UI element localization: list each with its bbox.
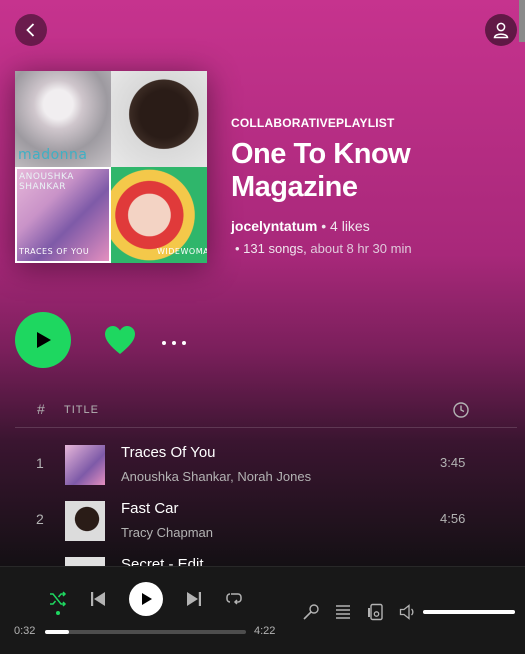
repeat-button[interactable]	[224, 589, 244, 609]
track-thumbnail	[65, 501, 105, 541]
current-time: 0:32	[14, 625, 36, 637]
volume-slider-fill	[423, 610, 515, 614]
track-title[interactable]: Traces Of You	[121, 444, 216, 461]
track-thumbnail	[65, 557, 105, 566]
playback-progress-fill	[45, 630, 70, 634]
more-icon	[162, 341, 186, 345]
cover-tile-2	[111, 71, 207, 167]
next-button[interactable]	[184, 589, 204, 609]
playlist-type-label: COLLABORATIVEPLAYLIST	[231, 116, 395, 130]
page-title: One To Know Magazine	[231, 138, 411, 203]
cover-tile-text: WIDEWOMAN	[157, 247, 207, 256]
column-title[interactable]: TITLE	[64, 404, 99, 416]
likes-count: • 4 likes	[317, 218, 370, 234]
repeat-icon	[226, 593, 242, 605]
clock-icon	[453, 402, 469, 418]
cover-tile-3: ANOUSHKA SHANKAR TRACES OF YOU	[15, 167, 111, 263]
track-duration: 4:56	[440, 511, 466, 526]
volume-button[interactable]	[398, 602, 418, 622]
skip-forward-icon	[187, 592, 201, 606]
track-number: 1	[36, 455, 44, 471]
queue-icon	[336, 605, 350, 619]
chevron-left-icon	[26, 23, 35, 37]
now-playing-bar: 0:32 4:22	[0, 566, 525, 654]
track-title[interactable]: Fast Car	[121, 500, 179, 517]
track-artist[interactable]: Tracy Chapman	[121, 525, 213, 540]
back-button[interactable]	[15, 14, 47, 46]
playlist-view: madonna ANOUSHKA SHANKAR TRACES OF YOU W…	[0, 0, 525, 566]
connect-device-button[interactable]	[366, 602, 386, 622]
song-count-line: • 131 songs, about 8 hr 30 min	[231, 241, 511, 256]
heart-icon[interactable]	[104, 325, 136, 355]
lyrics-button[interactable]	[301, 602, 321, 622]
device-icon	[368, 603, 383, 621]
column-number: #	[37, 401, 46, 417]
cover-tile-text: ANOUSHKA SHANKAR	[19, 172, 74, 192]
previous-button[interactable]	[88, 589, 108, 609]
play-icon	[142, 593, 152, 605]
action-bar	[15, 312, 495, 368]
playlist-cover: madonna ANOUSHKA SHANKAR TRACES OF YOU W…	[15, 71, 207, 263]
track-row[interactable]: 1 Traces Of You Anoushka Shankar, Norah …	[15, 439, 517, 491]
cover-tile-text: TRACES OF YOU	[19, 247, 90, 256]
track-thumbnail	[65, 445, 105, 485]
more-options-button[interactable]	[161, 334, 187, 346]
track-number: 2	[36, 511, 44, 527]
track-row[interactable]: 2 Fast Car Tracy Chapman 4:56	[15, 495, 517, 547]
play-pause-button[interactable]	[129, 582, 163, 616]
track-duration: 3:45	[440, 455, 466, 470]
shuffle-active-indicator	[56, 611, 60, 615]
cover-tile-1: madonna	[15, 71, 111, 167]
volume-slider[interactable]	[423, 610, 515, 614]
song-count: • 131 songs,	[235, 241, 307, 256]
playlist-duration: about 8 hr 30 min	[306, 241, 412, 256]
track-row[interactable]: 3 Secret - Edit	[15, 551, 517, 566]
playback-progress-bar[interactable]	[45, 630, 246, 634]
cover-tile-4: WIDEWOMAN	[111, 167, 207, 263]
owner-link[interactable]: jocelyntatum	[231, 218, 317, 234]
owner-line: jocelyntatum • 4 likes	[231, 218, 511, 234]
total-time: 4:22	[254, 625, 276, 637]
user-menu-button[interactable]	[485, 14, 517, 46]
cover-tile-text: madonna	[18, 147, 88, 163]
shuffle-button[interactable]	[48, 589, 68, 609]
shuffle-icon	[50, 591, 67, 607]
volume-icon	[399, 604, 414, 620]
user-icon	[493, 22, 509, 39]
play-button[interactable]	[15, 312, 71, 368]
queue-button[interactable]	[333, 602, 353, 622]
skip-back-icon	[91, 592, 105, 606]
microphone-icon	[303, 604, 319, 620]
window-edge	[519, 0, 525, 42]
playlist-meta: COLLABORATIVEPLAYLIST One To Know Magazi…	[231, 116, 511, 256]
track-artist[interactable]: Anoushka Shankar, Norah Jones	[121, 469, 311, 484]
play-icon	[37, 332, 51, 348]
track-title[interactable]: Secret - Edit	[121, 556, 204, 566]
track-table-header: # TITLE	[15, 398, 517, 428]
